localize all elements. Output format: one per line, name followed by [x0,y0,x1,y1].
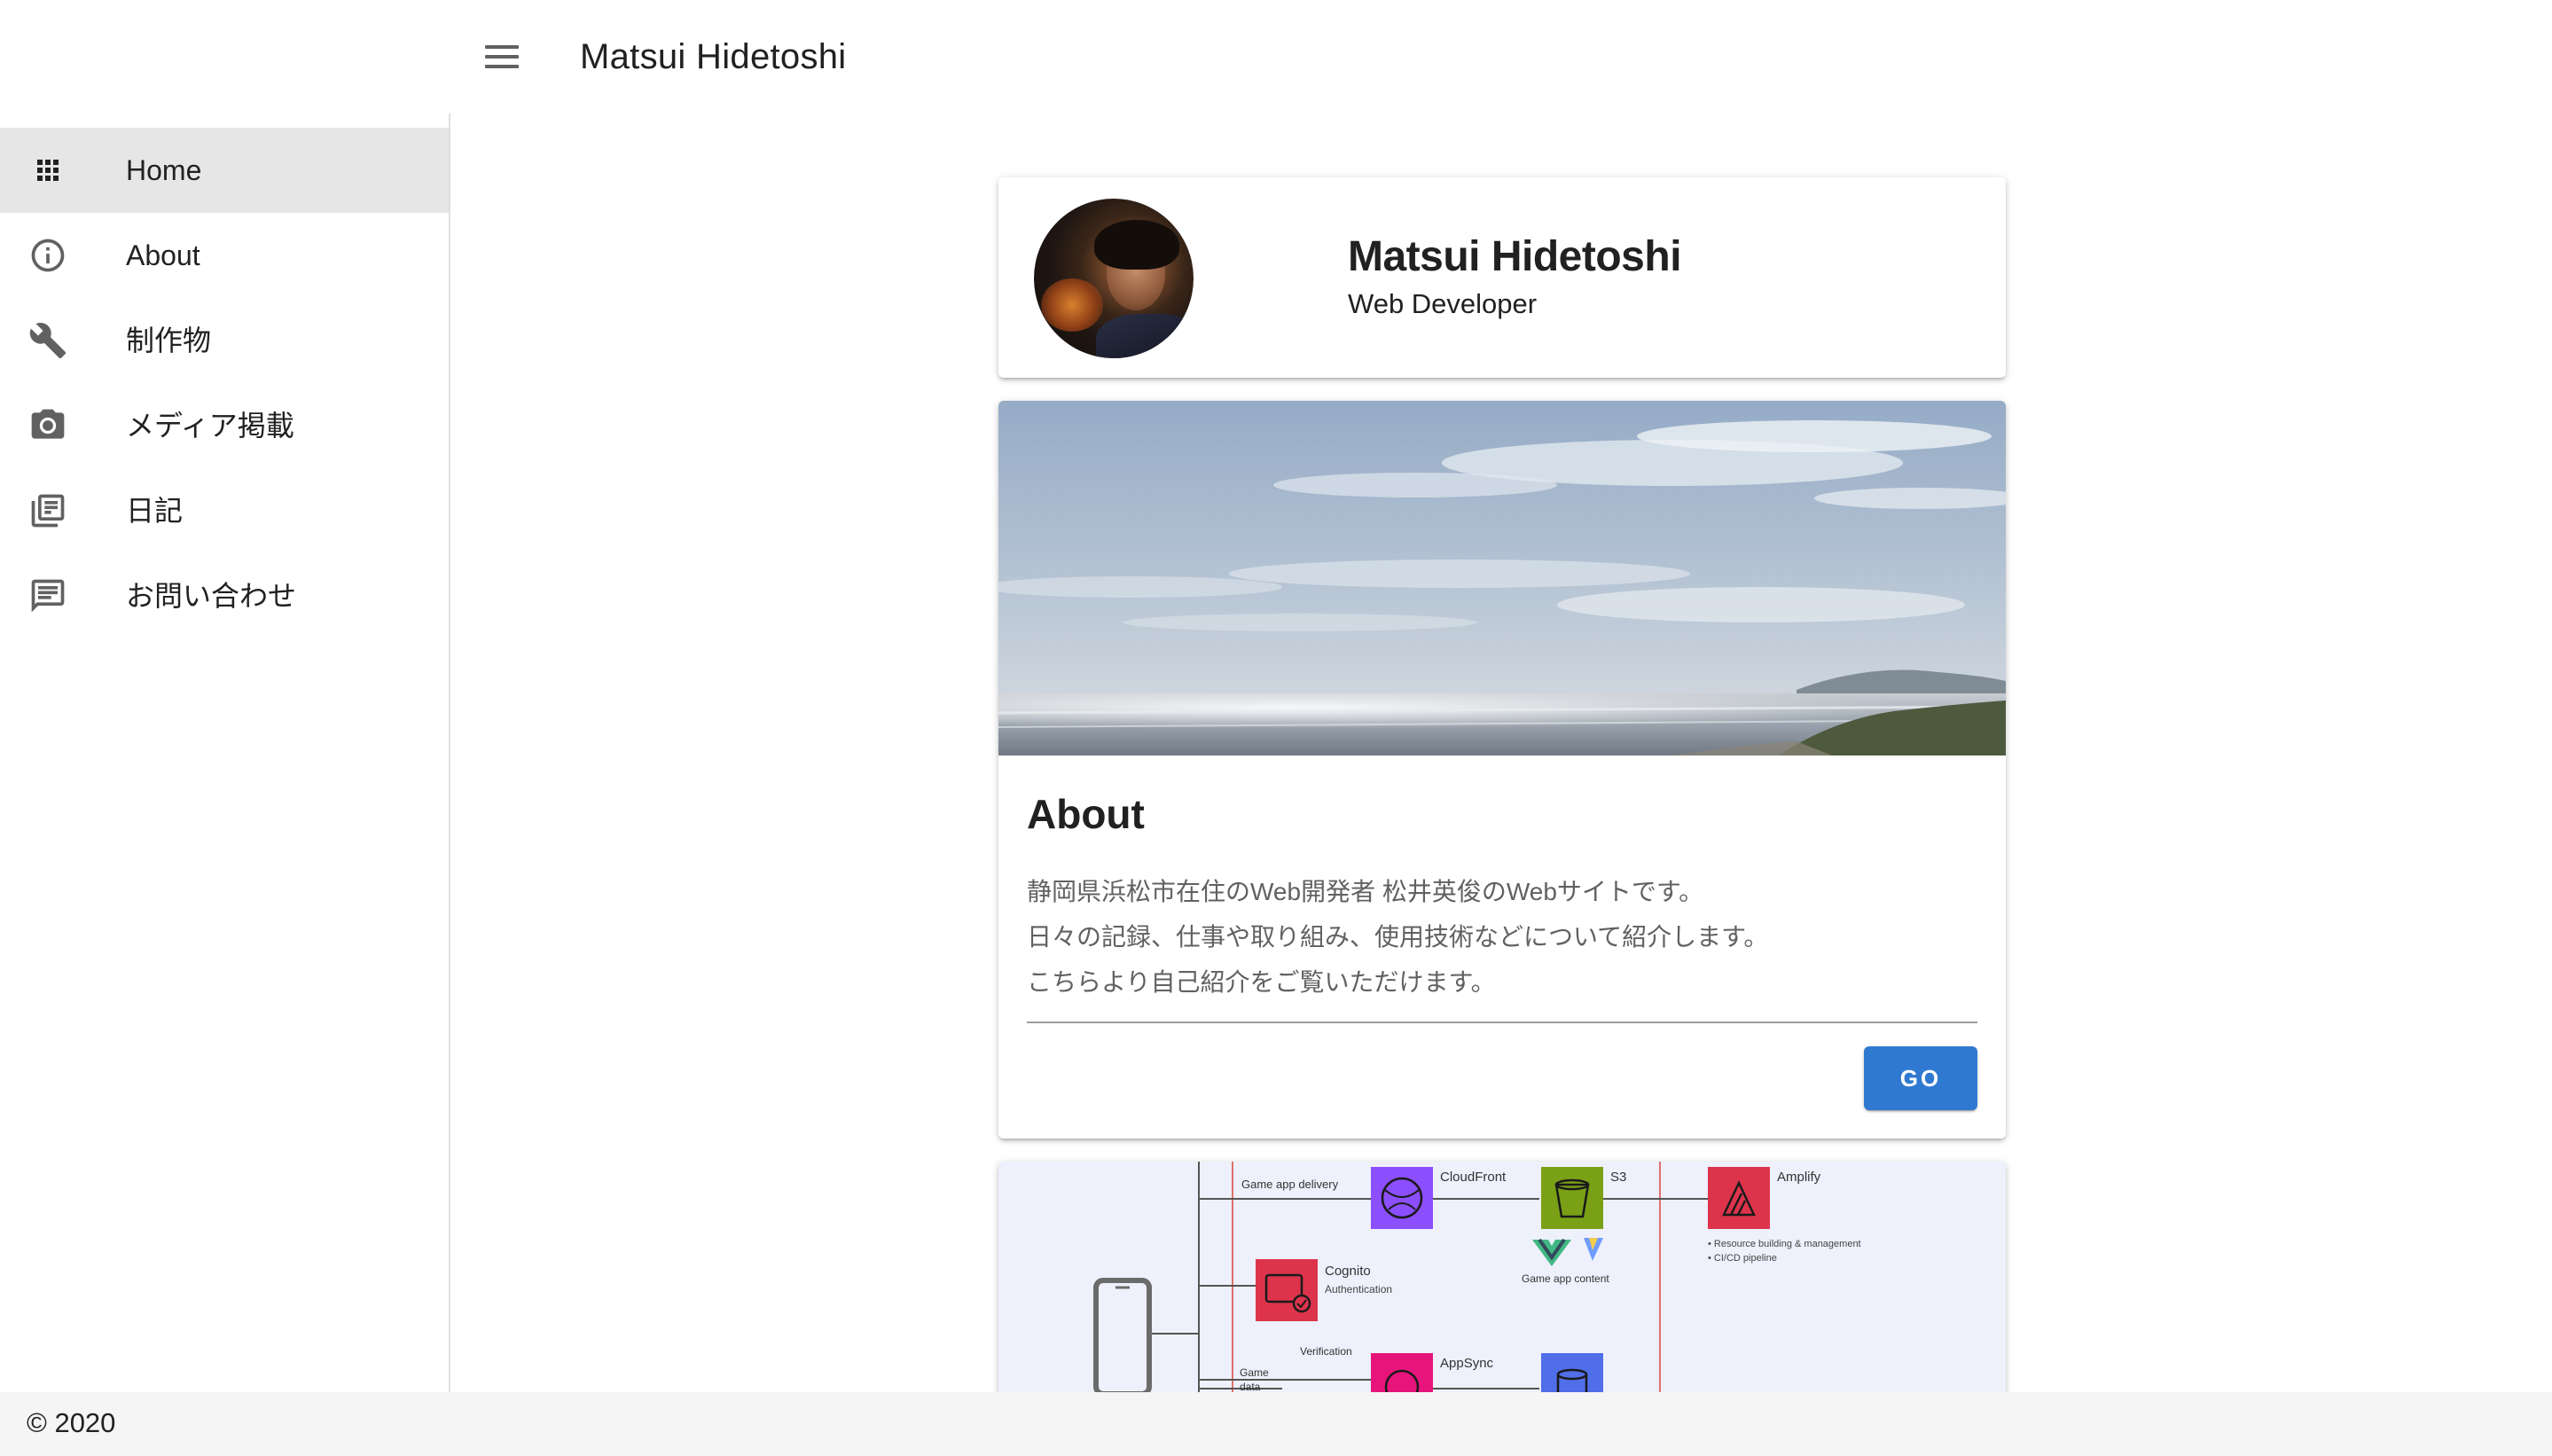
sidebar-item-label: Home [126,154,202,186]
app-bar: Matsui Hidetoshi [0,0,2552,114]
about-line: こちらより自己紹介をご覧いただけます。 [1027,968,1496,996]
diagram-label: Verification [1300,1345,1352,1358]
wrench-icon [28,321,67,360]
about-card: About 静岡県浜松市在住のWeb開発者 松井英俊のWebサイトです。 日々の… [998,401,2006,1139]
sidebar-item-about[interactable]: About [0,213,449,298]
go-button[interactable]: GO [1864,1046,1977,1110]
sidebar-item-label: About [126,239,200,271]
diagram-label: Amplify [1777,1170,1821,1185]
diagram-label: CloudFront [1440,1170,1507,1185]
divider [1027,1022,1977,1023]
sidebar-item-label: 日記 [126,495,184,527]
diagram-label: data [1240,1381,1261,1393]
footer: © 2020 [0,1392,2552,1456]
menu-button[interactable] [466,30,537,83]
diagram-label: Cognito [1325,1264,1371,1279]
diagram-label: Game app delivery [1241,1178,1339,1191]
diagram-label: S3 [1610,1170,1626,1185]
diagram-label: AppSync [1440,1356,1494,1371]
diagram-label: Game [1240,1366,1269,1379]
avatar [1034,199,1194,358]
sidebar-item-diary[interactable]: 日記 [0,468,449,553]
info-icon [28,236,67,275]
architecture-diagram-card: CloudFront Game app delivery S3 Game app… [998,1162,2006,1428]
hero-image [998,401,2006,755]
feedback-icon [28,576,67,615]
sidebar-item-contact[interactable]: お問い合わせ [0,553,449,638]
about-title: About [1027,791,1145,837]
camera-icon [28,406,67,445]
architecture-diagram: CloudFront Game app delivery S3 Game app… [998,1162,2006,1428]
sidebar-item-home[interactable]: Home [0,128,449,213]
newspaper-icon [28,491,67,530]
diagram-label: Authentication [1325,1283,1392,1296]
sidebar-item-media[interactable]: メディア掲載 [0,383,449,468]
copyright-text: © 2020 [27,1407,116,1438]
profile-role: Web Developer [1348,288,1538,319]
navigation-drawer: Home About 制作物 メディア掲載 日記 お問い合わせ [0,114,450,1392]
apps-grid-icon [28,151,67,190]
diagram-label: • CI/CD pipeline [1708,1253,1777,1264]
about-line: 静岡県浜松市在住のWeb開発者 松井英俊のWebサイトです。 [1027,878,1704,905]
sidebar-item-label: メディア掲載 [126,410,294,442]
sidebar-item-label: お問い合わせ [126,580,297,612]
about-line: 日々の記録、仕事や取り組み、使用技術などについて紹介します。 [1027,923,1769,951]
app-title: Matsui Hidetoshi [580,37,847,76]
sidebar-item-label: 制作物 [126,325,212,356]
about-description: 静岡県浜松市在住のWeb開発者 松井英俊のWebサイトです。 日々の記録、仕事や… [1027,869,1984,1005]
profile-card: Matsui Hidetoshi Web Developer [998,177,2006,378]
diagram-label: • Resource building & management [1708,1239,1861,1249]
menu-icon [485,45,519,68]
sidebar-item-works[interactable]: 制作物 [0,298,449,383]
diagram-label: Game app content [1522,1272,1609,1285]
profile-name: Matsui Hidetoshi [1348,233,1682,280]
